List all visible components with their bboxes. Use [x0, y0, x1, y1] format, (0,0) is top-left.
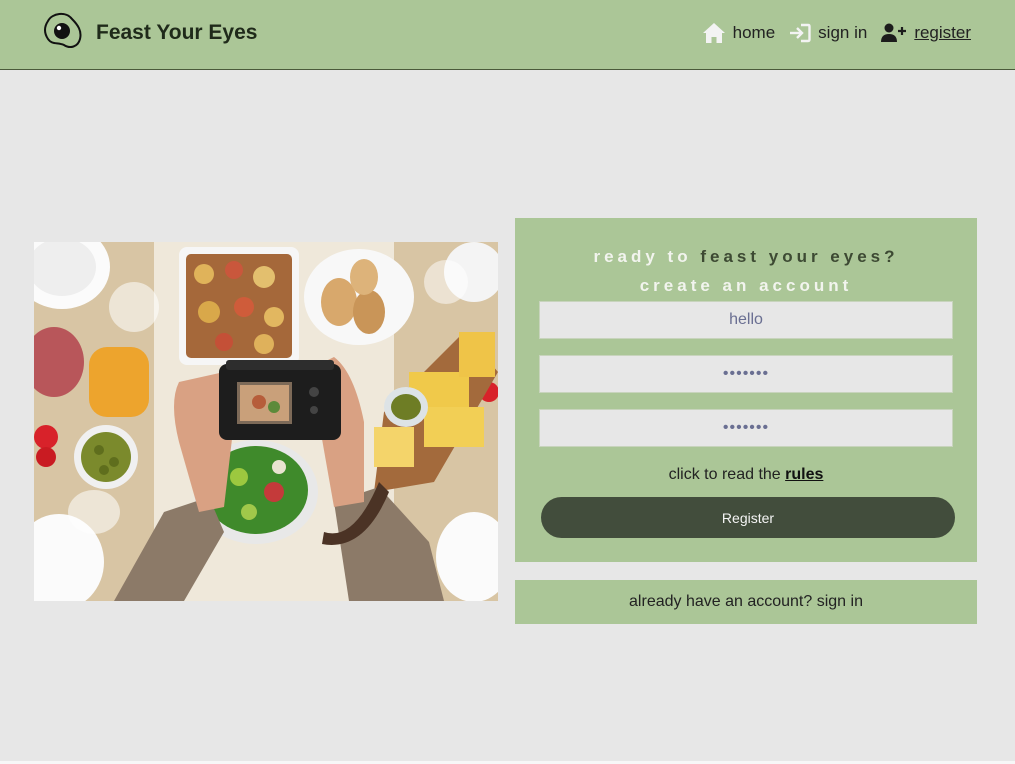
- signin-prompt-link[interactable]: already have an account? sign in: [629, 593, 863, 610]
- username-input[interactable]: [539, 301, 953, 339]
- nav-item-register[interactable]: register: [881, 23, 971, 43]
- rules-link[interactable]: rules: [785, 466, 823, 483]
- heading-part-feast: feast your eyes?: [700, 247, 899, 266]
- nav-item-sign-in[interactable]: sign in: [789, 23, 867, 43]
- confirm-password-input[interactable]: [539, 409, 953, 447]
- nav-register-label: register: [914, 23, 971, 42]
- top-header: Feast Your Eyes home sign in register: [0, 0, 1015, 70]
- register-button[interactable]: Register: [541, 497, 955, 538]
- sign-in-icon: [790, 23, 811, 43]
- signin-prompt-panel: already have an account? sign in: [515, 580, 977, 624]
- heading-part-ready: ready to: [593, 247, 701, 266]
- rules-prefix: click to read the: [668, 466, 786, 483]
- form-heading: ready to feast your eyes? create an acco…: [515, 242, 977, 300]
- site-brand-title[interactable]: Feast Your Eyes: [96, 21, 257, 45]
- home-icon: [702, 23, 725, 43]
- register-form-panel: ready to feast your eyes? create an acco…: [515, 218, 977, 562]
- add-user-icon: [881, 23, 907, 42]
- food-photography-image: [34, 242, 498, 601]
- rules-line: click to read the rules: [515, 466, 977, 484]
- heading-create-account: create an account: [639, 276, 853, 295]
- nav-sign-in-label: sign in: [818, 23, 868, 42]
- main-nav: home sign in register: [688, 22, 971, 44]
- fried-egg-icon[interactable]: [42, 11, 84, 51]
- nav-item-home[interactable]: home: [702, 22, 776, 44]
- password-input[interactable]: [539, 355, 953, 393]
- nav-home-label: home: [732, 23, 776, 42]
